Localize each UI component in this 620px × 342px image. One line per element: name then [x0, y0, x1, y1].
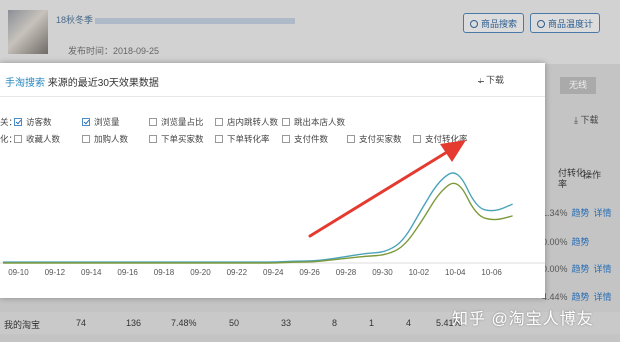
x-tick-label: 09-16 — [117, 268, 138, 277]
x-tick-label: 09-12 — [44, 268, 66, 277]
table-row: 0.00% 趋势 详情 — [542, 264, 612, 274]
product-search-button[interactable]: 商品搜索 — [463, 13, 525, 33]
series-line-1 — [2, 172, 513, 263]
thermometer-icon — [537, 20, 545, 28]
source-name: 我的淘宝 — [4, 320, 41, 330]
x-tick-label: 10-04 — [445, 268, 466, 277]
payment-conversion-header: 付转化 率 — [558, 168, 586, 189]
table-row: 4.44% 趋势 详情 — [542, 292, 612, 302]
product-thermometer-button[interactable]: 商品温度计 — [530, 13, 601, 33]
publish-date: 发布时间：2018-09-25 — [68, 46, 160, 56]
cell: 74 — [76, 318, 87, 328]
x-tick-label: 09-10 — [8, 268, 29, 277]
source-trend-modal: 手淘搜索 来源的最近30天效果数据 ↓ 下载 关： 访客数 浏览量 浏览量占比 店… — [0, 63, 545, 298]
x-tick-label: 09-24 — [263, 268, 284, 277]
series-line-2 — [3, 182, 513, 264]
trend-chart — [0, 140, 545, 264]
cell: 8 — [332, 318, 338, 328]
item-header: 18秋冬季 发布时间：2018-09-25 商品搜索 商品温度计 — [0, 0, 620, 64]
cell: 1 — [369, 318, 375, 328]
cell: 7.48% — [171, 318, 197, 328]
table-row: 0.00% 趋势 — [542, 237, 590, 247]
x-tick-label: 09-30 — [372, 268, 393, 277]
cell: 50 — [229, 318, 240, 328]
table-row: 1.34% 趋势 详情 — [542, 208, 612, 218]
item-title[interactable]: 18秋冬季 — [56, 13, 306, 25]
x-tick-label: 09-22 — [226, 268, 248, 277]
x-tick-label: 09-26 — [299, 268, 320, 277]
x-tick-label: 09-14 — [81, 268, 102, 277]
x-tick-label: 10-06 — [481, 268, 502, 277]
table-download-link[interactable]: ⤓ 下载 — [574, 113, 599, 126]
cell: 4 — [406, 318, 412, 328]
detail-link[interactable]: 详情 — [594, 208, 612, 218]
trend-link[interactable]: 趋势 — [572, 208, 590, 218]
wireless-tab[interactable]: 无线 — [560, 77, 596, 94]
detail-link[interactable]: 详情 — [594, 264, 612, 274]
operation-header: 操作 — [583, 170, 602, 180]
trend-link[interactable]: 趋势 — [572, 292, 590, 302]
x-tick-label: 09-20 — [190, 268, 211, 277]
annotation-arrow-head — [440, 140, 466, 162]
item-thumbnail — [8, 10, 48, 54]
cell: 33 — [281, 318, 292, 328]
annotation-arrow-shaft — [308, 147, 454, 238]
zhihu-watermark: 知乎 @淘宝人博友 — [452, 311, 594, 328]
x-tick-label: 09-18 — [153, 268, 175, 277]
x-tick-label: 09-28 — [335, 268, 357, 277]
detail-link[interactable]: 详情 — [594, 292, 612, 302]
search-icon — [470, 20, 478, 28]
trend-link[interactable]: 趋势 — [572, 237, 590, 247]
cell: 136 — [126, 318, 142, 328]
trend-link[interactable]: 趋势 — [572, 264, 590, 274]
x-tick-label: 10-02 — [408, 268, 430, 277]
